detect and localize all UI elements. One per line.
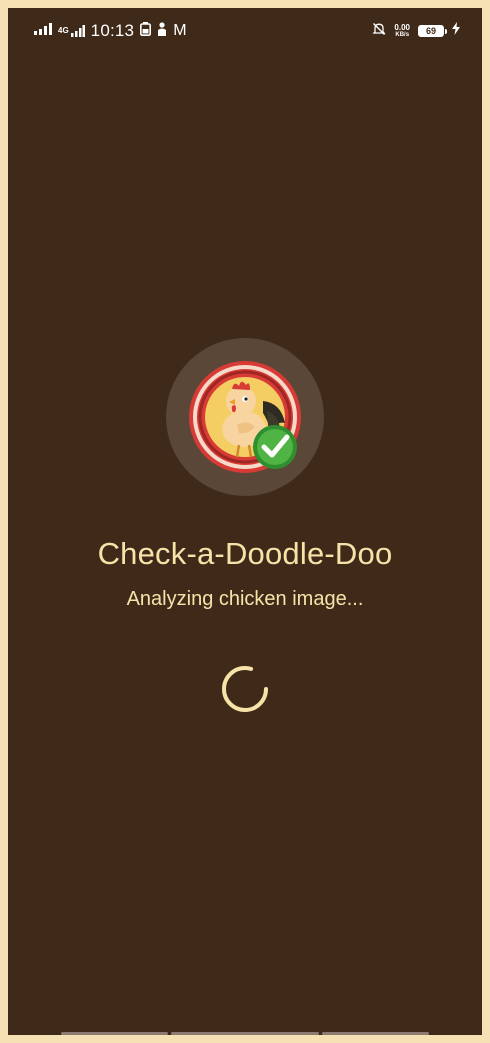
network-speed: 0.00 KB/s — [394, 22, 410, 39]
speed-unit: KB/s — [395, 31, 410, 38]
gesture-bar-center[interactable] — [171, 1032, 319, 1035]
clock: 10:13 — [90, 21, 135, 40]
bell-off-icon — [372, 22, 386, 41]
status-message: Analyzing chicken image... — [126, 588, 364, 610]
person-icon — [157, 21, 167, 41]
bolt-icon — [452, 22, 460, 40]
loading-spinner — [220, 664, 270, 714]
app-notification-icon: M — [173, 22, 187, 39]
battery-level: 69 — [418, 25, 447, 37]
battery-percent: 69 — [425, 26, 436, 36]
gesture-bar-left[interactable] — [61, 1032, 168, 1035]
status-bar: 4G 10:13 M 0.00 KB/s 69 — [8, 8, 482, 52]
network-signal: 4G — [58, 25, 85, 37]
gesture-bar-right[interactable] — [322, 1032, 429, 1035]
battery-icon — [140, 21, 152, 41]
network-type: 4G — [58, 26, 69, 35]
app-logo — [166, 338, 324, 496]
signal-bars-icon — [34, 22, 52, 40]
signal-bars-icon — [70, 25, 85, 37]
status-left: 4G 10:13 M — [34, 20, 187, 42]
status-right: 0.00 KB/s 69 — [372, 20, 460, 42]
app-screen: 4G 10:13 M 0.00 KB/s 69 Check-a-Doodle-D… — [8, 8, 482, 1035]
app-title: Check-a-Doodle-Doo — [97, 536, 393, 571]
speed-value: 0.00 — [394, 22, 410, 32]
chicken-check-logo — [189, 361, 301, 473]
